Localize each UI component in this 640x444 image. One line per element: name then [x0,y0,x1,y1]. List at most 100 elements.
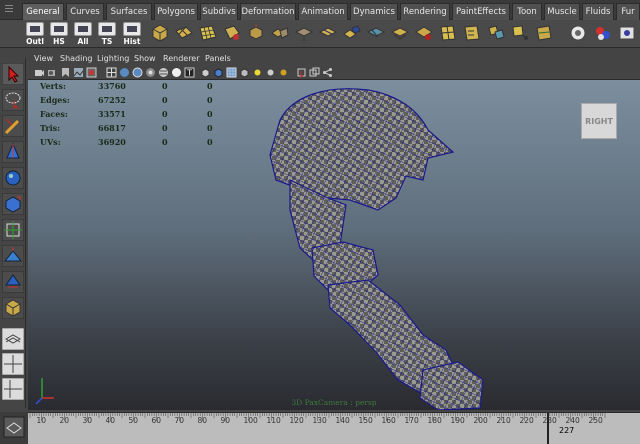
camera-tool-icon[interactable] [296,67,307,78]
current-frame-label: 227 [559,426,575,435]
tab-painteffects[interactable]: PaintEffects [452,3,510,20]
ipr-render-icon[interactable] [617,23,637,43]
time-tick-label: 240 [565,416,580,425]
share-icon[interactable] [322,67,333,78]
time-tick-label: 20 [59,416,70,425]
quadrangulate-icon[interactable] [438,23,458,43]
xray-icon[interactable] [145,67,156,78]
isolate-icon[interactable] [200,67,211,78]
tab-muscle[interactable]: Muscle [544,3,580,20]
time-tick-label: 220 [519,416,534,425]
poly-cube-icon[interactable] [150,23,170,43]
trax-button[interactable]: TS [96,22,118,46]
rotate-tool-icon[interactable] [2,167,24,189]
tab-curves[interactable]: Curves [66,3,104,20]
light-bulb-icon[interactable] [252,67,263,78]
time-tick-label: 210 [496,416,511,425]
select-tool-icon[interactable] [2,63,24,85]
lasso-tool-icon[interactable] [2,89,24,111]
time-tick-label: 120 [289,416,304,425]
layer-editor-icon[interactable] [3,416,25,438]
time-tick-label: 90 [220,416,231,425]
menu-lighting[interactable]: Lighting [97,54,129,63]
tab-deformation[interactable]: Deformation [240,3,296,20]
move-tool-icon[interactable] [2,141,24,163]
poly-plane-icon[interactable] [174,23,194,43]
menu-show[interactable]: Show [134,54,156,63]
cube-icon[interactable] [239,67,250,78]
tab-rendering[interactable]: Rendering [400,3,450,20]
light-sun-icon[interactable] [278,67,289,78]
camera-select-icon[interactable] [34,67,45,78]
smooth-icon[interactable] [366,23,386,43]
tab-fur[interactable]: Fur [616,3,640,20]
show-all-icon [74,22,92,36]
triangulate-icon[interactable] [414,23,434,43]
outliner-button[interactable]: Outl [24,22,46,46]
menu-shading[interactable]: Shading [60,54,93,63]
time-slider[interactable]: 10 20 30 40 50 60 70 80 90 100 110 120 130 140 150 160 1… [28,412,640,444]
tab-general[interactable]: General [22,3,64,20]
render-icon[interactable] [593,23,613,43]
time-tick-label: 30 [82,416,93,425]
scale-tool-icon[interactable] [2,193,24,215]
manipulator-tool-icon[interactable] [2,219,24,241]
history-button[interactable]: Hist [121,22,143,46]
poly-wire-icon[interactable] [222,23,242,43]
time-tick-label: 250 [588,416,603,425]
menu-renderer[interactable]: Renderer [163,54,200,63]
reduce-icon[interactable] [390,23,410,43]
uv-editor-icon[interactable] [534,23,554,43]
extrude-icon[interactable] [246,23,266,43]
hud-cube-icon[interactable] [213,67,224,78]
history-icon [123,22,141,36]
panel-menu-bar: View Shading Lighting Show Renderer Pane… [28,53,640,65]
four-pane-layout-icon[interactable] [2,353,24,375]
render-settings-icon[interactable] [568,23,588,43]
wireframe-mesh[interactable] [28,80,640,410]
camera-name-label: 3D PaxCamera : persp [291,398,377,407]
tab-polygons[interactable]: Polygons [154,3,198,20]
bookmark-icon[interactable] [60,67,71,78]
smooth-shade-icon[interactable] [119,67,130,78]
copy-view-icon[interactable] [309,67,320,78]
append-icon[interactable] [294,23,314,43]
shadows-icon[interactable]: T [184,67,195,78]
separate-icon[interactable] [510,23,530,43]
mirror-icon[interactable] [462,23,482,43]
combine-icon[interactable] [486,23,506,43]
menu-panels[interactable]: Panels [205,54,231,63]
outliner-layout-icon[interactable] [2,378,24,400]
time-tick-label: 100 [243,416,258,425]
textured-icon[interactable] [158,67,169,78]
tab-dynamics[interactable]: Dynamics [350,3,398,20]
current-time-marker[interactable] [547,413,549,444]
soft-mod-tool-icon[interactable] [2,245,24,267]
grid-cube-icon[interactable] [226,67,237,78]
tab-surfaces[interactable]: Surfaces [106,3,152,20]
time-tick-label: 180 [427,416,442,425]
bridge-icon[interactable] [270,23,290,43]
split-icon[interactable] [318,23,338,43]
image-plane-icon[interactable] [73,67,84,78]
show-all-button[interactable]: All [72,22,94,46]
tab-animation[interactable]: Animation [298,3,348,20]
poly-grid-icon[interactable] [198,23,218,43]
menu-view[interactable]: View [34,54,53,63]
last-tool-icon[interactable] [2,271,24,293]
tab-toon[interactable]: Toon [512,3,542,20]
hypershade-button[interactable]: HS [48,22,70,46]
wireframe-icon[interactable] [106,67,117,78]
use-all-lights-icon[interactable] [171,67,182,78]
poly-cube-tool-icon[interactable] [2,297,24,319]
merge-icon[interactable] [342,23,362,43]
tab-subdivs[interactable]: Subdivs [200,3,238,20]
resolution-gate-icon[interactable] [86,67,97,78]
light-gray-icon[interactable] [265,67,276,78]
paint-select-tool-icon[interactable] [2,115,24,137]
perspective-viewport[interactable]: Verts: 33760 0 0 Edges: 67252 0 0 Faces:… [28,80,640,410]
single-pane-layout-icon[interactable] [2,328,24,350]
camera-attr-icon[interactable] [47,67,58,78]
tab-fluids[interactable]: Fluids [582,3,614,20]
wire-on-shaded-icon[interactable] [132,67,143,78]
